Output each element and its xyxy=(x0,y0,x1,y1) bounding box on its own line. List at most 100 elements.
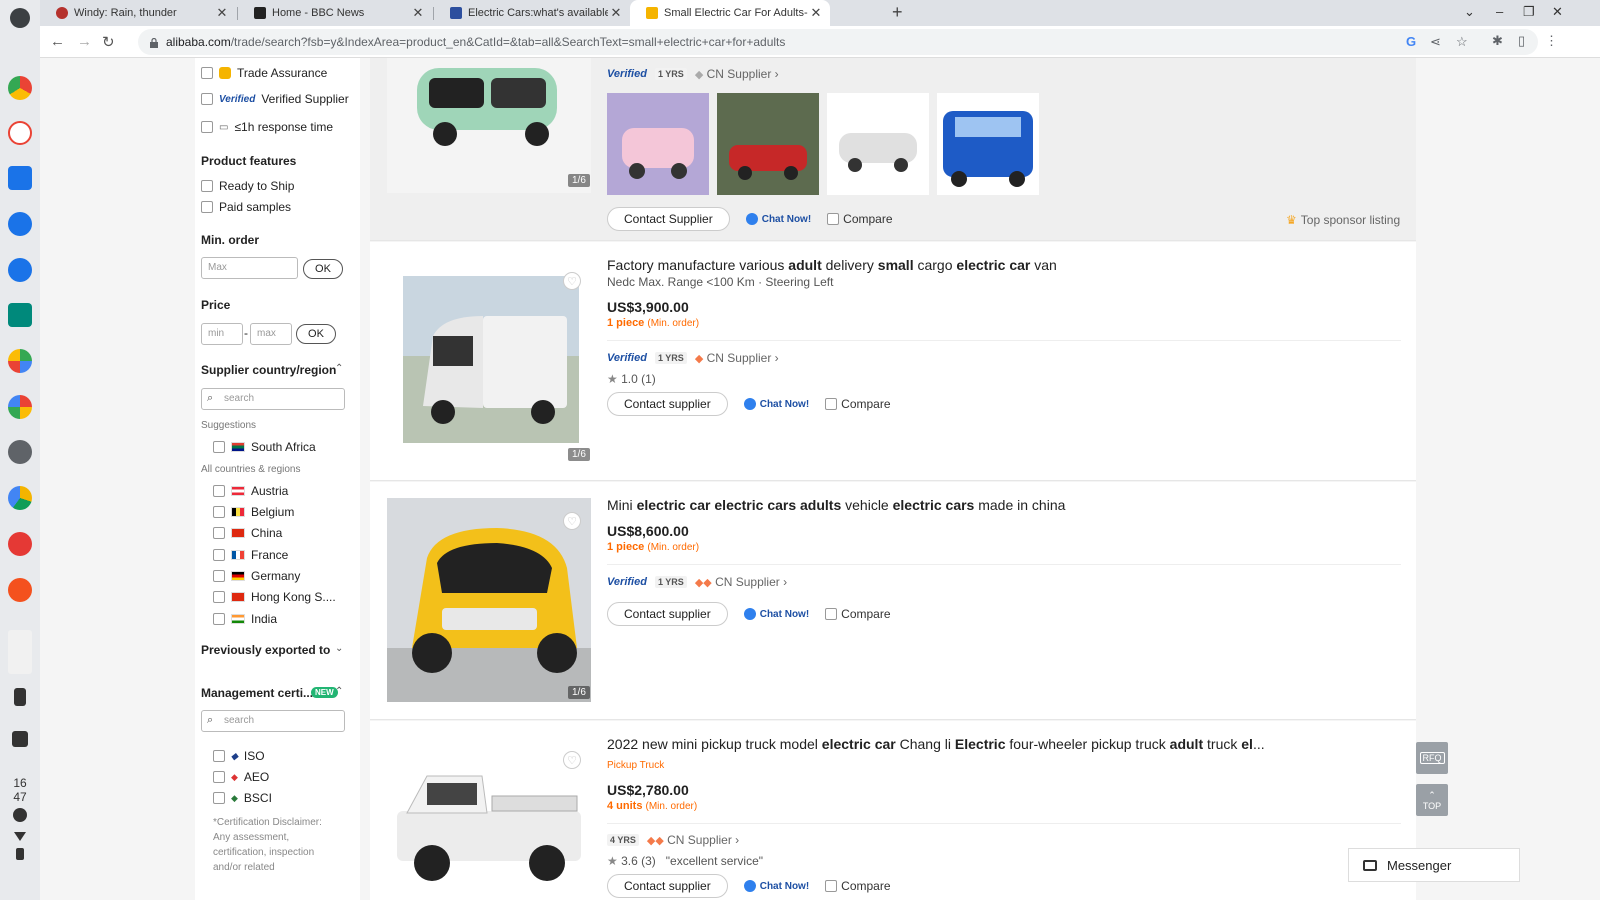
verified-supplier-filter[interactable]: Verified Verified Supplier xyxy=(201,92,349,106)
checkbox[interactable] xyxy=(201,93,213,105)
bookmark-star-icon[interactable]: ☆ xyxy=(1456,34,1468,50)
product-image[interactable] xyxy=(387,751,591,900)
phone-hub-icon[interactable] xyxy=(14,688,26,706)
checkbox[interactable] xyxy=(213,792,225,804)
category-tag[interactable]: Pickup Truck xyxy=(607,760,664,771)
country-belgium[interactable]: Belgium xyxy=(213,505,294,519)
meet-icon[interactable] xyxy=(8,303,32,327)
tab-search-icon[interactable]: ⌄ xyxy=(1464,4,1475,20)
country-south-africa[interactable]: South Africa xyxy=(213,440,316,454)
extensions-icon[interactable]: ✱ xyxy=(1492,33,1503,49)
ready-to-ship-filter[interactable]: Ready to Ship xyxy=(201,179,294,193)
files-icon[interactable] xyxy=(8,212,32,236)
messages-icon[interactable] xyxy=(8,258,32,282)
checkbox[interactable] xyxy=(201,180,213,192)
app-red-icon[interactable] xyxy=(8,532,32,556)
supplier-link[interactable]: ◆ CN Supplier › xyxy=(695,67,779,81)
country-china[interactable]: China xyxy=(213,526,282,540)
contact-supplier-button[interactable]: Contact Supplier xyxy=(607,207,730,231)
sponsored-result-card[interactable]: 1/6 Verified 1 YRS ◆ CN Supplier › Conta… xyxy=(370,58,1416,241)
back-to-top-button[interactable]: ⌃ TOP xyxy=(1416,784,1448,816)
response-time-filter[interactable]: ▭ ≤1h response time xyxy=(201,120,333,134)
clock-hour[interactable]: 16 xyxy=(0,776,40,790)
favorite-heart-icon[interactable]: ♡ xyxy=(563,512,581,530)
checkbox[interactable] xyxy=(213,570,225,582)
checkbox[interactable] xyxy=(213,591,225,603)
checkbox[interactable] xyxy=(213,527,225,539)
country-india[interactable]: India xyxy=(213,612,277,626)
price-ok-button[interactable]: OK xyxy=(296,324,336,344)
tab-windy[interactable]: Windy: Rain, thunder ✕ xyxy=(40,0,236,26)
tab-alibaba[interactable]: Small Electric Car For Adults-Sm ✕ xyxy=(630,0,830,26)
app-orange-icon[interactable] xyxy=(8,578,32,602)
checkbox[interactable] xyxy=(213,613,225,625)
compare-checkbox[interactable]: Compare xyxy=(825,607,891,621)
chrome-icon[interactable] xyxy=(8,76,32,100)
price-min-input[interactable]: min xyxy=(201,323,243,345)
favorite-heart-icon[interactable]: ♡ xyxy=(563,272,581,290)
close-tab-icon[interactable]: ✕ xyxy=(808,5,824,21)
country-search-input[interactable]: ⌕ search xyxy=(201,388,345,410)
photos-icon[interactable] xyxy=(8,395,32,419)
compare-checkbox[interactable]: Compare xyxy=(825,879,891,893)
country-hong-kong[interactable]: Hong Kong S.... xyxy=(213,590,336,604)
product-result-card[interactable]: ♡ 2022 new mini pickup truck model elect… xyxy=(370,721,1416,900)
product-title[interactable]: Factory manufacture various adult delive… xyxy=(607,257,1057,273)
checkbox[interactable] xyxy=(213,750,225,762)
min-order-input[interactable]: Max xyxy=(201,257,298,279)
checkbox[interactable] xyxy=(213,506,225,518)
checkbox[interactable] xyxy=(201,201,213,213)
country-austria[interactable]: Austria xyxy=(213,484,288,498)
min-order-ok-button[interactable]: OK xyxy=(303,259,343,279)
product-image[interactable] xyxy=(403,276,579,443)
product-image[interactable] xyxy=(387,58,591,193)
minimize-icon[interactable]: – xyxy=(1496,4,1503,19)
product-result-card[interactable]: ♡ 1/6 Mini electric car electric cars ad… xyxy=(370,482,1416,720)
product-result-card[interactable]: ♡ 1/6 Factory manufacture various adult … xyxy=(370,242,1416,481)
settings-icon[interactable] xyxy=(8,440,32,464)
country-germany[interactable]: Germany xyxy=(213,569,300,583)
contact-supplier-button[interactable]: Contact supplier xyxy=(607,874,728,898)
cert-search-input[interactable]: ⌕ search xyxy=(201,710,345,732)
calendar-icon[interactable] xyxy=(8,166,32,190)
messenger-button[interactable]: Messenger xyxy=(1348,848,1520,882)
address-bar[interactable]: alibaba.com/trade/search?fsb=y&IndexArea… xyxy=(138,29,1538,55)
checkbox[interactable] xyxy=(201,67,213,79)
play-store-icon[interactable] xyxy=(8,349,32,373)
favorite-heart-icon[interactable]: ♡ xyxy=(563,751,581,769)
chat-now-button[interactable]: Chat Now! xyxy=(743,880,809,892)
product-title[interactable]: 2022 new mini pickup truck model electri… xyxy=(607,736,1265,752)
tab-bbc[interactable]: Home - BBC News ✕ xyxy=(238,0,432,26)
forward-icon[interactable]: → xyxy=(77,33,92,50)
product-image[interactable] xyxy=(387,498,591,702)
contact-supplier-button[interactable]: Contact supplier xyxy=(607,602,728,626)
checkbox[interactable] xyxy=(213,441,225,453)
cert-iso[interactable]: ◆ ISO xyxy=(213,749,265,763)
checkbox[interactable] xyxy=(213,549,225,561)
checkbox[interactable] xyxy=(213,771,225,783)
google-lens-icon[interactable]: G xyxy=(1406,34,1416,49)
compare-checkbox[interactable]: Compare xyxy=(827,212,893,226)
share-icon[interactable]: ⋖ xyxy=(1430,34,1441,50)
collapse-chevron-icon[interactable]: ⌃ xyxy=(335,686,343,697)
cert-bsci[interactable]: ◆ BSCI xyxy=(213,791,272,805)
close-tab-icon[interactable]: ✕ xyxy=(214,5,230,21)
compare-checkbox[interactable]: Compare xyxy=(825,397,891,411)
chat-now-button[interactable]: Chat Now! xyxy=(745,213,811,225)
close-tab-icon[interactable]: ✕ xyxy=(410,5,426,21)
supplier-link[interactable]: ◆ CN Supplier › xyxy=(695,351,779,365)
gallery-thumb-blue-suv[interactable] xyxy=(937,93,1039,195)
trade-assurance-filter[interactable]: Trade Assurance xyxy=(201,66,327,80)
new-tab-icon[interactable]: + xyxy=(892,2,903,23)
supplier-link[interactable]: ◆◆ CN Supplier › xyxy=(695,575,787,589)
gallery-icon[interactable] xyxy=(8,486,32,510)
side-panel-icon[interactable]: ▯ xyxy=(1518,33,1525,49)
url-text[interactable]: alibaba.com/trade/search?fsb=y&IndexArea… xyxy=(166,35,785,49)
chat-now-button[interactable]: Chat Now! xyxy=(743,608,809,620)
cert-aeo[interactable]: ◆ AEO xyxy=(213,770,269,784)
gallery-thumb-pink-car[interactable] xyxy=(607,93,709,195)
expand-chevron-icon[interactable]: ⌄ xyxy=(335,643,343,654)
product-title[interactable]: Mini electric car electric cars adults v… xyxy=(607,497,1065,513)
checkbox[interactable] xyxy=(213,485,225,497)
app-thumbnail-icon[interactable] xyxy=(8,630,32,674)
